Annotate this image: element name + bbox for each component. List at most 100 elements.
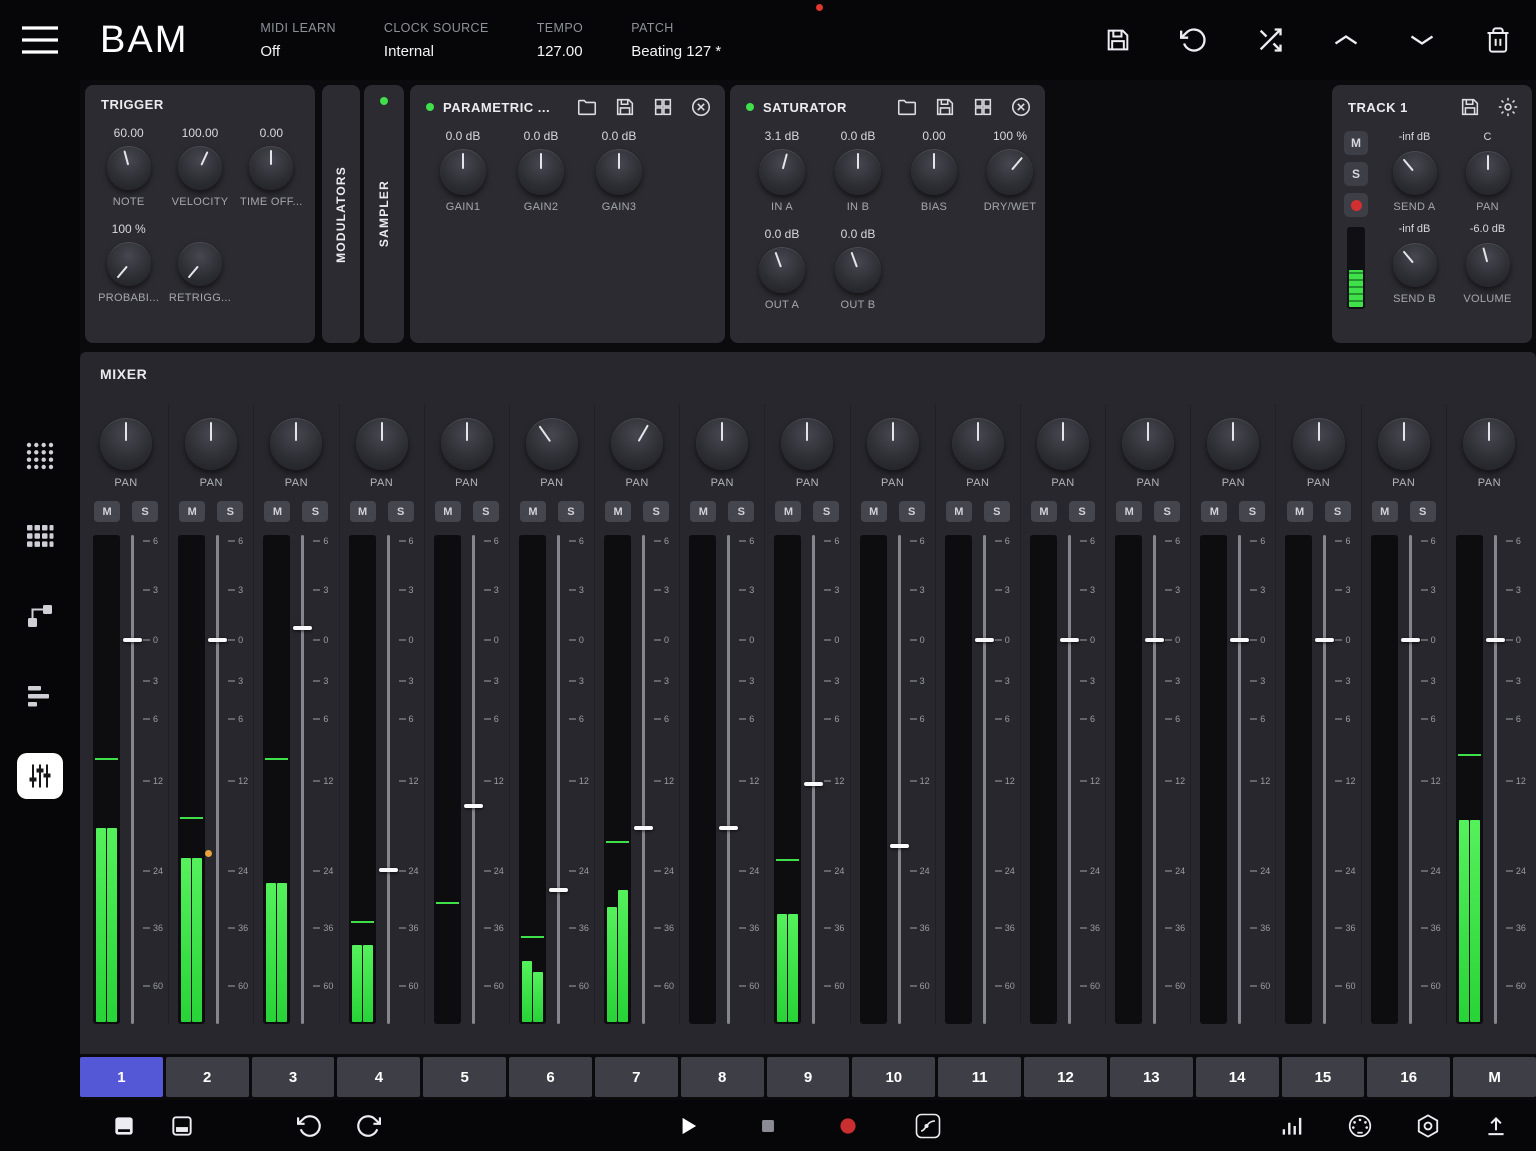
fader-handle[interactable]: [208, 638, 227, 642]
redo-icon[interactable]: [354, 1112, 382, 1140]
track-record-arm-button[interactable]: [1344, 193, 1368, 217]
channel-pan-knob[interactable]: [1293, 418, 1345, 470]
channel-solo-button[interactable]: S: [1410, 501, 1436, 522]
channel-mute-button[interactable]: M: [1372, 501, 1398, 522]
fader-track[interactable]: [1494, 535, 1497, 1024]
channel-solo-button[interactable]: S: [558, 501, 584, 522]
fader-handle[interactable]: [1145, 638, 1164, 642]
record-icon[interactable]: [834, 1112, 862, 1140]
channel-mute-button[interactable]: M: [946, 501, 972, 522]
channel-solo-button[interactable]: S: [302, 501, 328, 522]
dry-wet-knob[interactable]: [987, 149, 1033, 195]
channel-pan-knob[interactable]: [1207, 418, 1259, 470]
channel-mute-button[interactable]: M: [775, 501, 801, 522]
channel-solo-button[interactable]: S: [132, 501, 158, 522]
channel-pan-knob[interactable]: [1122, 418, 1174, 470]
channel-mute-button[interactable]: M: [605, 501, 631, 522]
track-button-1[interactable]: 1: [80, 1057, 163, 1097]
probability-knob[interactable]: [107, 242, 151, 286]
grid-icon[interactable]: [971, 95, 995, 119]
channel-mute-button[interactable]: M: [435, 501, 461, 522]
channel-pan-knob[interactable]: [781, 418, 833, 470]
channel-pan-knob[interactable]: [867, 418, 919, 470]
channel-solo-button[interactable]: S: [473, 501, 499, 522]
channel-pan-knob[interactable]: [441, 418, 493, 470]
channel-pan-knob[interactable]: [1463, 418, 1515, 470]
sidebar-item-patch[interactable]: [17, 593, 63, 639]
track-pan-knob[interactable]: [1466, 151, 1510, 195]
fader-handle[interactable]: [804, 782, 823, 786]
in-a-knob[interactable]: [759, 149, 805, 195]
channel-solo-button[interactable]: S: [217, 501, 243, 522]
save-preset-icon[interactable]: [613, 95, 637, 119]
channel-mute-button[interactable]: M: [350, 501, 376, 522]
undo-icon[interactable]: [296, 1112, 324, 1140]
send-b-knob[interactable]: [1393, 243, 1437, 287]
pads-view-icon[interactable]: [110, 1112, 138, 1140]
channel-solo-button[interactable]: S: [1154, 501, 1180, 522]
fader-handle[interactable]: [379, 868, 398, 872]
clock-source-field[interactable]: CLOCK SOURCE Internal: [384, 21, 489, 60]
fader-track[interactable]: [1153, 535, 1156, 1024]
in-b-knob[interactable]: [835, 149, 881, 195]
channel-mute-button[interactable]: M: [179, 501, 205, 522]
out-a-knob[interactable]: [759, 247, 805, 293]
fader-track[interactable]: [472, 535, 475, 1024]
randomize-icon[interactable]: [1254, 24, 1286, 56]
midi-learn-field[interactable]: MIDI LEARN Off: [260, 21, 336, 60]
track-button-11[interactable]: 11: [938, 1057, 1021, 1097]
channel-solo-button[interactable]: S: [899, 501, 925, 522]
fader-handle[interactable]: [1060, 638, 1079, 642]
channel-solo-button[interactable]: S: [984, 501, 1010, 522]
menu-icon[interactable]: [20, 24, 60, 56]
channel-solo-button[interactable]: S: [388, 501, 414, 522]
close-icon[interactable]: [689, 95, 713, 119]
channel-pan-knob[interactable]: [185, 418, 237, 470]
track-button-13[interactable]: 13: [1110, 1057, 1193, 1097]
time-offset-knob[interactable]: [249, 146, 293, 190]
channel-mute-button[interactable]: M: [1201, 501, 1227, 522]
out-b-knob[interactable]: [835, 247, 881, 293]
track-button-8[interactable]: 8: [681, 1057, 764, 1097]
bias-knob[interactable]: [911, 149, 957, 195]
gear-icon[interactable]: [1496, 95, 1520, 119]
fader-track[interactable]: [1323, 535, 1326, 1024]
fader-handle[interactable]: [123, 638, 142, 642]
fader-track[interactable]: [557, 535, 560, 1024]
tab-modulators[interactable]: MODULATORS: [322, 85, 360, 343]
track-button-7[interactable]: 7: [595, 1057, 678, 1097]
sidebar-item-song[interactable]: [17, 673, 63, 719]
fader-handle[interactable]: [293, 626, 312, 630]
saturator-enabled-dot[interactable]: [746, 103, 754, 111]
fader-track[interactable]: [898, 535, 901, 1024]
channel-mute-button[interactable]: M: [264, 501, 290, 522]
track-mute-button[interactable]: M: [1344, 131, 1368, 155]
automation-icon[interactable]: [914, 1112, 942, 1140]
fader-track[interactable]: [216, 535, 219, 1024]
channel-solo-button[interactable]: S: [1239, 501, 1265, 522]
track-button-14[interactable]: 14: [1196, 1057, 1279, 1097]
retrigger-knob[interactable]: [178, 242, 222, 286]
channel-mute-button[interactable]: M: [520, 501, 546, 522]
note-knob[interactable]: [107, 146, 151, 190]
channel-pan-knob[interactable]: [526, 418, 578, 470]
fader-track[interactable]: [301, 535, 304, 1024]
fader-handle[interactable]: [1486, 638, 1505, 642]
gain1-knob[interactable]: [440, 149, 486, 195]
sidebar-item-sequencer[interactable]: [17, 513, 63, 559]
fader-handle[interactable]: [1230, 638, 1249, 642]
save-icon[interactable]: [1102, 24, 1134, 56]
gain3-knob[interactable]: [596, 149, 642, 195]
channel-pan-knob[interactable]: [1037, 418, 1089, 470]
channel-mute-button[interactable]: M: [1116, 501, 1142, 522]
play-icon[interactable]: [674, 1112, 702, 1140]
channel-pan-knob[interactable]: [611, 418, 663, 470]
channel-mute-button[interactable]: M: [861, 501, 887, 522]
channel-pan-knob[interactable]: [270, 418, 322, 470]
channel-pan-knob[interactable]: [356, 418, 408, 470]
send-a-knob[interactable]: [1393, 151, 1437, 195]
folder-icon[interactable]: [575, 95, 599, 119]
fader-handle[interactable]: [634, 826, 653, 830]
panel-view-icon[interactable]: [168, 1112, 196, 1140]
chevron-down-icon[interactable]: [1406, 24, 1438, 56]
